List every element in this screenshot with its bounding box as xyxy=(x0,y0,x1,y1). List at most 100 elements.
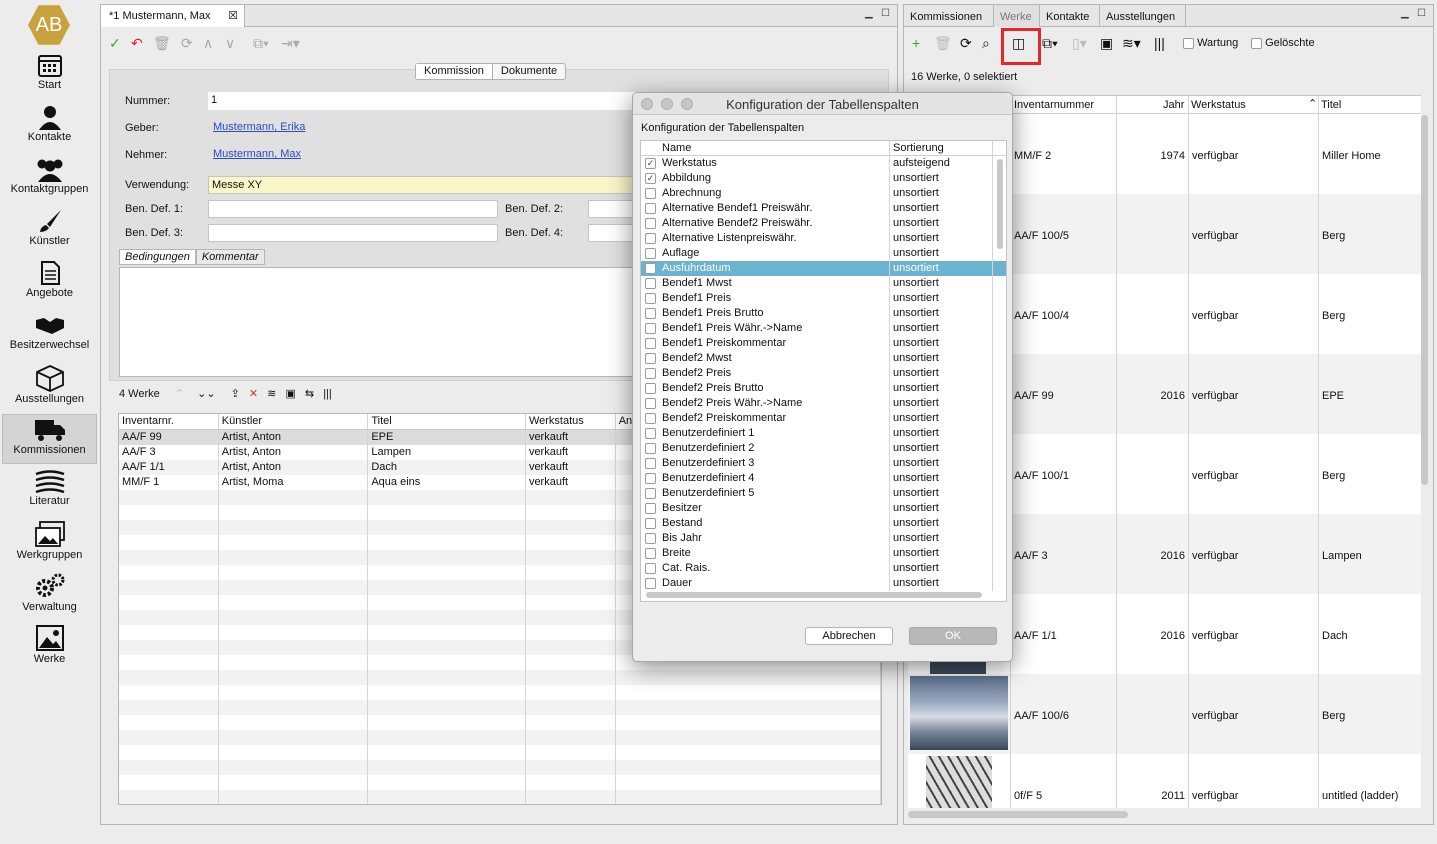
layers-icon[interactable]: ≋ xyxy=(267,388,276,400)
column-row[interactable]: Bendef2 Preiskommentar unsortiert xyxy=(641,411,1006,426)
column-checkbox[interactable] xyxy=(645,383,656,394)
col-titel[interactable]: Titel xyxy=(1321,99,1341,111)
move-up-icon[interactable]: ⌃ xyxy=(175,388,184,400)
column-row[interactable]: Benutzerdefiniert 4 unsortiert xyxy=(641,471,1006,486)
column-checkbox[interactable] xyxy=(645,263,656,274)
geber-link[interactable]: Mustermann, Erika xyxy=(213,121,305,133)
column-row[interactable]: Bendef1 Preis unsortiert xyxy=(641,291,1006,306)
export-icon[interactable]: ▯▾ xyxy=(1072,35,1087,52)
column-sort[interactable]: unsortiert xyxy=(890,351,993,366)
editor-tab[interactable]: *1 Mustermann, Max ☒ xyxy=(101,5,245,27)
down-icon[interactable]: ∨ xyxy=(225,35,235,52)
table-row[interactable] xyxy=(119,700,881,715)
column-sort[interactable]: unsortiert xyxy=(890,411,993,426)
column-checkbox[interactable] xyxy=(645,218,656,229)
layers-icon[interactable]: ≋▾ xyxy=(1122,35,1141,52)
export-icon[interactable]: ⇥▾ xyxy=(281,35,300,52)
nummer-field[interactable]: 1 xyxy=(208,92,648,110)
column-sort[interactable]: unsortiert xyxy=(890,231,993,246)
column-sort[interactable]: unsortiert xyxy=(890,471,993,486)
sidebar-item-besitzerwechsel[interactable]: Besitzerwechsel xyxy=(2,310,97,360)
verwendung-field[interactable]: Messe XY xyxy=(208,176,648,194)
column-checkbox[interactable]: ✓ xyxy=(645,173,656,184)
column-checkbox[interactable] xyxy=(645,353,656,364)
sidebar-item-ausstellungen[interactable]: Ausstellungen xyxy=(2,362,97,412)
column-row[interactable]: Bis Jahr unsortiert xyxy=(641,531,1006,546)
column-checkbox[interactable] xyxy=(645,368,656,379)
cancel-button[interactable]: Abbrechen xyxy=(805,627,893,645)
copy-icon[interactable]: ⧉▾ xyxy=(1042,35,1058,52)
column-sort[interactable]: unsortiert xyxy=(890,276,993,291)
tab-werke[interactable]: Werke xyxy=(994,5,1040,27)
column-sort[interactable]: unsortiert xyxy=(890,501,993,516)
column-checkbox[interactable] xyxy=(645,548,656,559)
column-sort[interactable]: unsortiert xyxy=(890,426,993,441)
table-row[interactable] xyxy=(119,760,881,775)
column-row[interactable]: Breite unsortiert xyxy=(641,546,1006,561)
refresh-icon[interactable]: ⟳ xyxy=(181,35,193,52)
vertical-scrollbar[interactable] xyxy=(1421,115,1428,485)
tab-kommentar[interactable]: Kommentar xyxy=(195,249,265,265)
column-checkbox[interactable] xyxy=(645,308,656,319)
column-row[interactable]: Benutzerdefiniert 2 unsortiert xyxy=(641,441,1006,456)
column-sort[interactable]: unsortiert xyxy=(890,246,993,261)
column-checkbox[interactable] xyxy=(645,428,656,439)
tab-kontakte[interactable]: Kontakte xyxy=(1040,5,1100,27)
column-sort[interactable]: unsortiert xyxy=(890,291,993,306)
column-row[interactable]: Bendef2 Mwst unsortiert xyxy=(641,351,1006,366)
column-sort[interactable]: unsortiert xyxy=(890,561,993,576)
col-sortierung[interactable]: Sortierung xyxy=(890,141,993,155)
column-sort[interactable]: unsortiert xyxy=(890,336,993,351)
minimize-icon[interactable]: ▁ xyxy=(1401,8,1409,19)
table-row[interactable] xyxy=(119,670,881,685)
column-checkbox[interactable]: ✓ xyxy=(645,158,656,169)
barcode-icon[interactable]: ||| xyxy=(323,388,332,400)
column-checkbox[interactable] xyxy=(645,488,656,499)
column-row[interactable]: Alternative Listenpreiswähr. unsortiert xyxy=(641,231,1006,246)
column-checkbox[interactable] xyxy=(645,323,656,334)
column-sort[interactable]: unsortiert xyxy=(890,381,993,396)
sidebar-item-literatur[interactable]: Literatur xyxy=(2,466,97,516)
column-sort[interactable]: unsortiert xyxy=(890,516,993,531)
column-sort[interactable]: unsortiert xyxy=(890,546,993,561)
sidebar-item-angebote[interactable]: Angebote xyxy=(2,258,97,308)
col-inventarnr[interactable]: Inventarnr. xyxy=(119,414,219,429)
column-checkbox[interactable] xyxy=(645,203,656,214)
table-row[interactable] xyxy=(119,685,881,700)
column-sort[interactable]: unsortiert xyxy=(890,306,993,321)
col-kuenstler[interactable]: Künstler xyxy=(219,414,369,429)
column-row[interactable]: Benutzerdefiniert 5 unsortiert xyxy=(641,486,1006,501)
search-icon[interactable]: ⌕ xyxy=(982,35,990,52)
close-window-icon[interactable] xyxy=(641,98,653,110)
column-sort[interactable]: unsortiert xyxy=(890,441,993,456)
segment-dokumente[interactable]: Dokumente xyxy=(493,64,565,79)
tab-ausstellungen[interactable]: Ausstellungen xyxy=(1100,5,1186,27)
column-sort[interactable]: unsortiert xyxy=(890,576,993,591)
column-checkbox[interactable] xyxy=(645,278,656,289)
remove-icon[interactable]: ✕ xyxy=(249,388,258,400)
conditions-textarea[interactable] xyxy=(119,267,635,377)
geloeschte-checkbox[interactable]: Gelöschte xyxy=(1251,37,1315,49)
column-row[interactable]: Bendef1 Preis Brutto unsortiert xyxy=(641,306,1006,321)
copy-icon[interactable]: ⧉▾ xyxy=(253,35,269,52)
column-row[interactable]: Bendef2 Preis Brutto unsortiert xyxy=(641,381,1006,396)
col-titel[interactable]: Titel xyxy=(368,414,526,429)
column-row[interactable]: Bendef2 Preis unsortiert xyxy=(641,366,1006,381)
undo-icon[interactable]: ↶ xyxy=(131,35,143,52)
column-sort[interactable]: unsortiert xyxy=(890,486,993,501)
zoom-window-icon[interactable] xyxy=(681,98,693,110)
image-icon[interactable]: ▣ xyxy=(1100,35,1113,52)
sidebar-item-werke[interactable]: Werke xyxy=(2,622,97,672)
table-row[interactable] xyxy=(119,790,881,804)
tab-kommissionen[interactable]: Kommissionen xyxy=(904,5,994,27)
column-sort[interactable]: unsortiert xyxy=(890,216,993,231)
column-checkbox[interactable] xyxy=(645,503,656,514)
column-row[interactable]: Benutzerdefiniert 1 unsortiert xyxy=(641,426,1006,441)
move-down-icon[interactable]: ⌄⌄ xyxy=(197,388,215,400)
col-jahr[interactable]: Jahr xyxy=(1163,99,1184,111)
column-checkbox[interactable] xyxy=(645,563,656,574)
column-row[interactable]: Besitzer unsortiert xyxy=(641,501,1006,516)
column-row[interactable]: Bendef2 Preis Währ.->Name unsortiert xyxy=(641,396,1006,411)
segment-kommission[interactable]: Kommission xyxy=(416,64,493,79)
column-row[interactable]: Bendef1 Preiskommentar unsortiert xyxy=(641,336,1006,351)
